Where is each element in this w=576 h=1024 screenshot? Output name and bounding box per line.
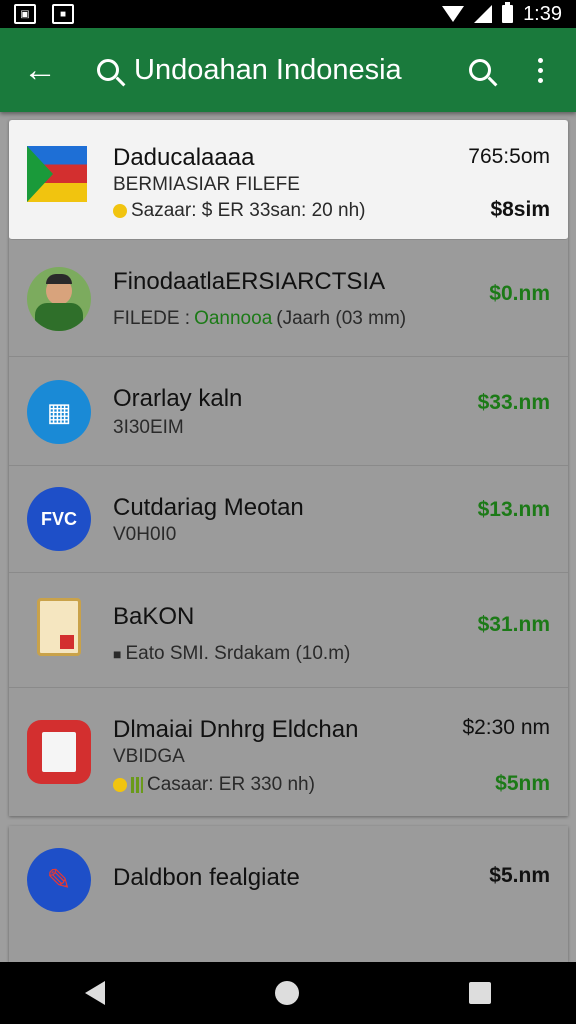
app-bar-actions [450,40,570,100]
bars-icon [131,777,143,793]
item-title: Cutdariag Meotan [113,494,304,521]
item-subtitle-suffix: (Jaarh (03 mm) [276,308,407,329]
document-icon [37,598,81,656]
navigation-bar [0,962,576,1024]
item-subtitle: VBIDGA [113,746,185,767]
status-time: 1:39 [523,2,562,25]
nav-back-icon[interactable] [85,981,105,1005]
list-item[interactable]: Dlmaiai Dnhrg Eldchan VBIDGA Casaar: ER … [9,688,568,816]
app-grid-icon: ▦ [27,380,91,444]
list-item[interactable]: FVC Cutdariag Meotan V0H0I0 $13.nm [9,466,568,573]
item-meta-text: Eato SMI. Srdakam (10.m) [125,643,351,664]
item-price: $0.nm [489,282,550,305]
item-title: FinodaatlaERSIARCTSIA [113,268,386,295]
app-title: Undoahan Indonesia [134,53,402,86]
item-title: Daldbon fealgiate [113,864,300,891]
item-price: $2:30 nm [462,716,550,739]
item-subtitle: V0H0I0 [113,524,177,545]
item-price: 765:5om [468,145,550,168]
item-price: $5.nm [489,864,550,887]
download-list-secondary: ✎ Daldbon fealgiate $5.nm [9,826,568,962]
item-meta-text: Casaar: ER 330 nh) [147,774,315,795]
flag-icon [27,146,87,202]
item-price: $33.nm [477,391,550,414]
item-subtitle-status: Oannooa [194,308,273,329]
nav-recents-icon[interactable] [469,982,491,1004]
nav-home-icon[interactable] [275,981,299,1005]
list-item[interactable]: ▦ Orarlay kaln 3I30EIM $33.nm [9,357,568,466]
more-vert-icon[interactable] [510,40,570,100]
item-title: BaKON [113,603,195,630]
item-meta: Casaar: ER 330 nh) [113,774,315,796]
document-red-icon [27,720,91,784]
item-subtitle: 3I30EIM [113,417,184,438]
image-notification-icon: ▣ [14,4,36,24]
item-meta: Sazaar: $ ER 33san: 20 nh) [113,200,365,222]
app-bar: ← Undoahan Indonesia [0,28,576,112]
item-title: Daducalaaaa [113,144,255,171]
download-list: Daducalaaaa BERMIASIAR FILEFE Sazaar: $ … [9,120,568,816]
fvc-logo: FVC [27,487,91,551]
title-search-icon[interactable] [88,40,128,100]
item-price-secondary: $8sim [490,198,550,221]
pen-icon: ✎ [27,848,91,912]
signal-icon [474,5,493,23]
item-meta-text: Sazaar: $ ER 33san: 20 nh) [131,200,366,221]
list-item[interactable]: FinodaatlaERSIARCTSIA FILEDE : Oannooa (… [9,240,568,357]
item-meta: ■ Eato SMI. Srdakam (10.m) [113,643,350,665]
back-arrow-icon[interactable]: ← [10,40,70,100]
list-item[interactable]: BaKON ■ Eato SMI. Srdakam (10.m) $31.nm [9,573,568,688]
lock-icon: ■ [113,646,122,662]
item-subtitle: FILEDE : Oannooa (Jaarh (03 mm) [113,308,406,330]
item-title: Dlmaiai Dnhrg Eldchan [113,716,359,743]
item-subtitle-prefix: FILEDE : [113,308,191,329]
item-title: Orarlay kaln [113,385,243,412]
item-price-secondary: $5nm [495,772,550,795]
notification-icons: ▣ ■ [14,4,74,24]
list-item[interactable]: Daducalaaaa BERMIASIAR FILEFE Sazaar: $ … [9,120,568,240]
coin-icon [113,778,127,792]
app-notification-icon: ■ [52,4,74,24]
coin-icon [113,204,127,218]
search-icon[interactable] [450,40,510,100]
battery-icon [502,2,514,23]
person-avatar [27,267,91,331]
list-item[interactable]: ✎ Daldbon fealgiate $5.nm [9,826,568,934]
status-bar: ▣ ■ 1:39 [0,0,576,28]
item-price: $31.nm [477,613,550,636]
wifi-icon [442,6,465,22]
item-price: $13.nm [477,498,550,521]
item-subtitle: BERMIASIAR FILEFE [113,174,300,195]
system-status: 1:39 [442,2,562,26]
